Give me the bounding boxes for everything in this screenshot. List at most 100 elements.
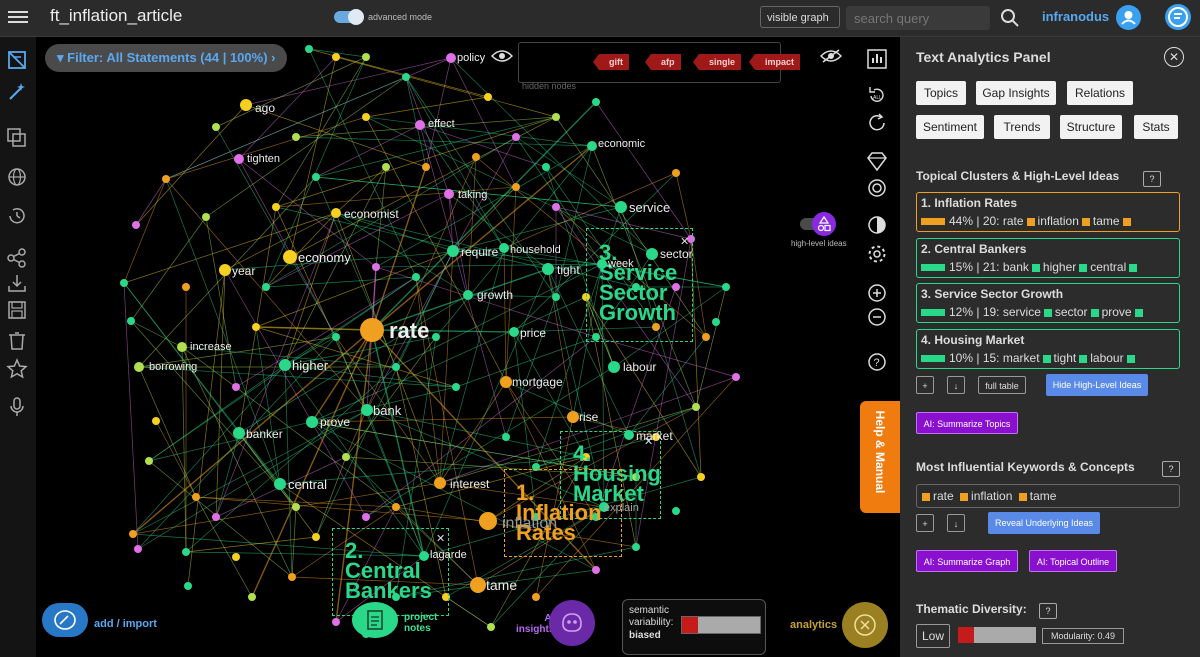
microphone-icon[interactable] xyxy=(6,396,28,418)
graph-node[interactable] xyxy=(484,93,492,101)
topic-keyword[interactable]: service xyxy=(1003,305,1041,319)
graph-canvas[interactable]: ▾ Filter: All Statements (44 | 100%) › g… xyxy=(36,37,900,657)
help-button[interactable]: ? xyxy=(1162,461,1180,477)
reset-all-icon[interactable]: ALL xyxy=(866,85,888,107)
graph-node[interactable] xyxy=(212,513,220,521)
node-label-tight[interactable]: tight xyxy=(557,263,580,277)
download-topics-button[interactable]: ↓ xyxy=(947,376,965,394)
topic-keyword[interactable]: prove xyxy=(1102,305,1132,319)
layers-icon[interactable] xyxy=(6,127,28,149)
graph-node-interest[interactable] xyxy=(434,477,446,489)
graph-node[interactable] xyxy=(192,493,200,501)
ai-topical-outline-button[interactable]: AI: Topical Outline xyxy=(1029,550,1117,572)
graph-node[interactable] xyxy=(312,173,320,181)
graph-node-taking[interactable] xyxy=(444,189,454,199)
close-icon[interactable]: ✕ xyxy=(436,532,445,545)
topic-keyword[interactable]: central xyxy=(1090,260,1126,274)
keyword[interactable]: inflation xyxy=(971,489,1012,503)
topic-keyword[interactable]: rate xyxy=(1003,214,1024,228)
graph-node[interactable] xyxy=(552,203,560,211)
search-input[interactable] xyxy=(846,6,990,30)
graph-node[interactable] xyxy=(712,318,720,326)
graph-node[interactable] xyxy=(542,163,550,171)
graph-node[interactable] xyxy=(184,582,192,590)
graph-node[interactable] xyxy=(129,530,137,538)
node-label-economic[interactable]: economic xyxy=(598,138,645,150)
topic-card[interactable]: 4. Housing Market 10% | 15: market tight l… xyxy=(916,329,1180,369)
node-label-labour[interactable]: labour xyxy=(623,360,656,374)
node-label-tame[interactable]: tame xyxy=(486,577,517,593)
topic-keyword[interactable]: bank xyxy=(1003,260,1029,274)
username[interactable]: infranodus xyxy=(1042,9,1109,24)
graph-node[interactable] xyxy=(332,618,340,626)
logo-icon[interactable] xyxy=(1165,4,1191,30)
diamond-icon[interactable] xyxy=(866,150,888,172)
hide-high-level-ideas-button[interactable]: Hide High-Level Ideas xyxy=(1046,374,1148,396)
topic-keyword[interactable]: tame xyxy=(1093,214,1120,228)
graph-node[interactable] xyxy=(162,175,170,183)
cluster-label-inflation-rates[interactable]: 1. Inflation Rates xyxy=(516,482,602,544)
globe-icon[interactable] xyxy=(6,166,28,188)
graph-node[interactable] xyxy=(232,553,240,561)
graph-node-service[interactable] xyxy=(615,201,627,213)
graph-node[interactable] xyxy=(152,417,160,425)
help-icon[interactable]: ? xyxy=(866,351,888,373)
graph-node-prove[interactable] xyxy=(306,416,318,428)
graph-node[interactable] xyxy=(452,383,460,391)
topic-keyword[interactable]: tight xyxy=(1054,351,1077,365)
graph-node-economist[interactable] xyxy=(331,208,341,218)
graph-view-select[interactable]: visible graph ⌄ xyxy=(760,6,840,46)
graph-node[interactable] xyxy=(120,279,128,287)
zoom-in-icon[interactable] xyxy=(866,282,888,304)
node-label-year[interactable]: year xyxy=(232,264,255,278)
graph-node[interactable] xyxy=(692,403,700,411)
graph-node-rate[interactable] xyxy=(360,318,384,342)
graph-node[interactable] xyxy=(632,543,640,551)
graph-node[interactable] xyxy=(182,548,190,556)
node-label-central[interactable]: central xyxy=(288,477,327,492)
analytics-label[interactable]: analytics xyxy=(790,619,837,631)
tab-trends[interactable]: Trends xyxy=(994,115,1050,139)
graph-node[interactable] xyxy=(132,221,140,229)
download-keywords-button[interactable]: ↓ xyxy=(947,514,965,532)
topic-card[interactable]: 3. Service Sector Growth 12% | 19: servi… xyxy=(916,283,1180,323)
topic-keyword[interactable]: market xyxy=(1003,351,1040,365)
graph-node[interactable] xyxy=(722,283,730,291)
graph-node[interactable] xyxy=(232,383,240,391)
gear-icon[interactable] xyxy=(866,243,888,265)
tab-relations[interactable]: Relations xyxy=(1067,81,1133,105)
graph-node[interactable] xyxy=(702,333,710,341)
tab-gap-insights[interactable]: Gap Insights xyxy=(976,81,1056,105)
graph-node[interactable] xyxy=(552,113,560,121)
reveal-underlying-ideas-button[interactable]: Reveal Underlying Ideas xyxy=(988,512,1100,534)
high-level-ideas-knob[interactable] xyxy=(812,212,836,236)
statement-filter[interactable]: ▾ Filter: All Statements (44 | 100%) › xyxy=(45,44,288,72)
topic-keyword[interactable]: sector xyxy=(1055,305,1088,319)
share-icon[interactable] xyxy=(6,247,28,269)
add-import-label[interactable]: add / import xyxy=(94,618,157,630)
graph-node[interactable] xyxy=(592,98,600,106)
node-label-banker[interactable]: banker xyxy=(246,427,283,441)
graph-node-increase[interactable] xyxy=(177,342,187,352)
node-label-policy[interactable]: policy xyxy=(457,52,485,64)
graph-mode-icon[interactable] xyxy=(6,49,28,71)
node-label-price[interactable]: price xyxy=(520,326,546,340)
search-icon[interactable] xyxy=(1000,8,1020,28)
graph-node-economic[interactable] xyxy=(587,141,597,151)
history-icon[interactable] xyxy=(6,205,28,227)
bar-chart-icon[interactable] xyxy=(866,48,888,70)
graph-node[interactable] xyxy=(432,333,440,341)
tab-structure[interactable]: Structure xyxy=(1060,115,1122,139)
node-label-borrowing[interactable]: borrowing xyxy=(149,361,197,373)
graph-node-economy[interactable] xyxy=(283,250,297,264)
help-button[interactable]: ? xyxy=(1143,171,1161,187)
ai-summarize-graph-button[interactable]: AI: Summarize Graph xyxy=(916,550,1018,572)
zoom-out-icon[interactable] xyxy=(866,306,888,328)
graph-node[interactable] xyxy=(305,45,313,53)
graph-node-ago[interactable] xyxy=(240,99,252,111)
analytics-close-button[interactable] xyxy=(842,602,888,648)
graph-node[interactable] xyxy=(252,323,260,331)
node-label-sector[interactable]: sector xyxy=(660,247,693,261)
close-icon[interactable]: ✕ xyxy=(1164,47,1184,67)
node-label-bank[interactable]: bank xyxy=(373,403,401,418)
